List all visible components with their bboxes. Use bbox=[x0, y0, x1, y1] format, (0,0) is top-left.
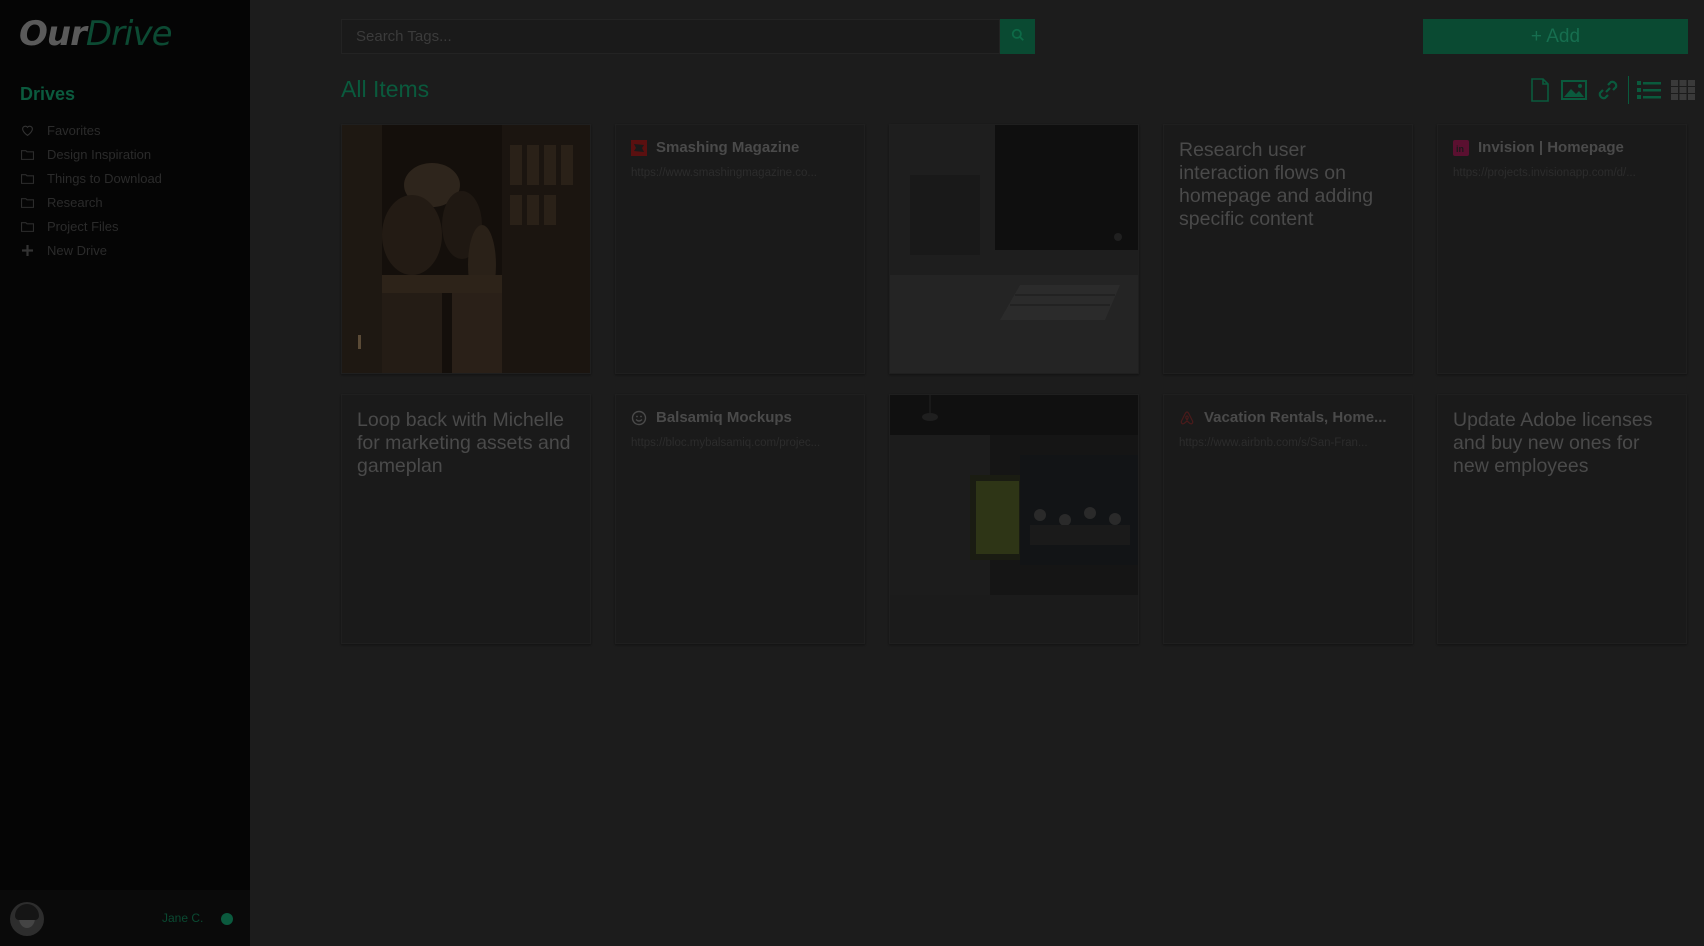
folder-icon bbox=[20, 195, 34, 209]
folder-icon bbox=[20, 171, 34, 185]
search-button[interactable] bbox=[1000, 19, 1035, 54]
note-card[interactable]: Loop back with Michelle for marketing as… bbox=[341, 394, 591, 644]
image-card[interactable] bbox=[341, 124, 591, 374]
folder-icon bbox=[20, 147, 34, 161]
plus-icon bbox=[20, 243, 34, 257]
sidebar-item-research[interactable]: Research bbox=[20, 190, 162, 214]
user-bar: Jane C. bbox=[0, 890, 250, 946]
link-card[interactable]: Smashing Magazine https://www.smashingma… bbox=[615, 124, 865, 374]
people-at-bar-photo bbox=[342, 125, 590, 373]
link-title: Invision | Homepage bbox=[1478, 139, 1624, 156]
image-icon[interactable] bbox=[1560, 77, 1588, 103]
note-card[interactable]: Research user interaction flows on homep… bbox=[1163, 124, 1413, 374]
link-card[interactable]: in Invision | Homepage https://projects.… bbox=[1437, 124, 1687, 374]
search-input[interactable] bbox=[341, 19, 1000, 54]
note-text: Update Adobe licenses and buy new ones f… bbox=[1453, 409, 1653, 477]
link-url[interactable]: https://bloc.mybalsamiq.com/projec... bbox=[631, 437, 852, 449]
link-title: Vacation Rentals, Home... bbox=[1204, 409, 1387, 426]
heart-icon bbox=[20, 123, 34, 137]
link-card[interactable]: Balsamiq Mockups https://bloc.mybalsamiq… bbox=[615, 394, 865, 644]
sidebar-item-label: Research bbox=[47, 194, 103, 210]
invision-icon: in bbox=[1453, 139, 1469, 156]
svg-text:in: in bbox=[1456, 144, 1464, 154]
link-card[interactable]: Vacation Rentals, Home... https://www.ai… bbox=[1163, 394, 1413, 644]
drives-title: Drives bbox=[20, 84, 76, 104]
smashing-magazine-icon bbox=[631, 139, 647, 156]
link-icon[interactable] bbox=[1594, 77, 1622, 103]
sidebar-item-label: Things to Download bbox=[47, 170, 162, 186]
drive-list: Favorites Design Inspiration Things to D… bbox=[20, 118, 162, 262]
app-logo[interactable]: OurDrive bbox=[19, 14, 173, 54]
image-card[interactable] bbox=[889, 124, 1139, 374]
imac-desk-photo bbox=[890, 125, 1138, 373]
user-name[interactable]: Jane C. bbox=[162, 911, 203, 925]
sidebar-item-project-files[interactable]: Project Files bbox=[20, 214, 162, 238]
search-icon bbox=[1011, 28, 1025, 45]
sidebar-item-label: Favorites bbox=[47, 122, 101, 138]
airbnb-icon bbox=[1179, 410, 1195, 426]
link-url[interactable]: https://www.smashingmagazine.co... bbox=[631, 167, 852, 179]
link-title: Balsamiq Mockups bbox=[656, 409, 792, 426]
view-toolbar bbox=[1520, 76, 1697, 104]
sidebar-item-design-inspiration[interactable]: Design Inspiration bbox=[20, 142, 162, 166]
sidebar-item-label: Design Inspiration bbox=[47, 146, 152, 162]
toolbar-divider bbox=[1628, 76, 1629, 104]
grid-view-icon[interactable] bbox=[1669, 77, 1697, 103]
note-text: Research user interaction flows on homep… bbox=[1179, 139, 1374, 230]
link-url[interactable]: https://www.airbnb.com/s/San-Fran... bbox=[1179, 437, 1400, 449]
document-icon[interactable] bbox=[1526, 77, 1554, 103]
user-menu-icon[interactable] bbox=[221, 913, 233, 925]
note-card[interactable]: Update Adobe licenses and buy new ones f… bbox=[1437, 394, 1687, 644]
balsamiq-icon bbox=[631, 410, 647, 426]
add-button[interactable]: + Add bbox=[1423, 19, 1688, 54]
list-view-icon[interactable] bbox=[1635, 77, 1663, 103]
sidebar-item-label: Project Files bbox=[47, 218, 119, 234]
open-office-photo bbox=[890, 395, 1138, 643]
link-url[interactable]: https://projects.invisionapp.com/d/... bbox=[1453, 167, 1674, 179]
note-text: Loop back with Michelle for marketing as… bbox=[357, 409, 571, 477]
image-card[interactable] bbox=[889, 394, 1139, 644]
avatar[interactable] bbox=[10, 902, 44, 936]
folder-icon bbox=[20, 219, 34, 233]
page-title: All Items bbox=[341, 76, 430, 102]
sidebar-item-favorites[interactable]: Favorites bbox=[20, 118, 162, 142]
sidebar: OurDrive Drives Favorites Design Inspira… bbox=[0, 0, 250, 946]
sidebar-item-new-drive[interactable]: New Drive bbox=[20, 238, 162, 262]
sidebar-item-things-to-download[interactable]: Things to Download bbox=[20, 166, 162, 190]
link-title: Smashing Magazine bbox=[656, 139, 800, 156]
sidebar-item-label: New Drive bbox=[47, 242, 107, 258]
